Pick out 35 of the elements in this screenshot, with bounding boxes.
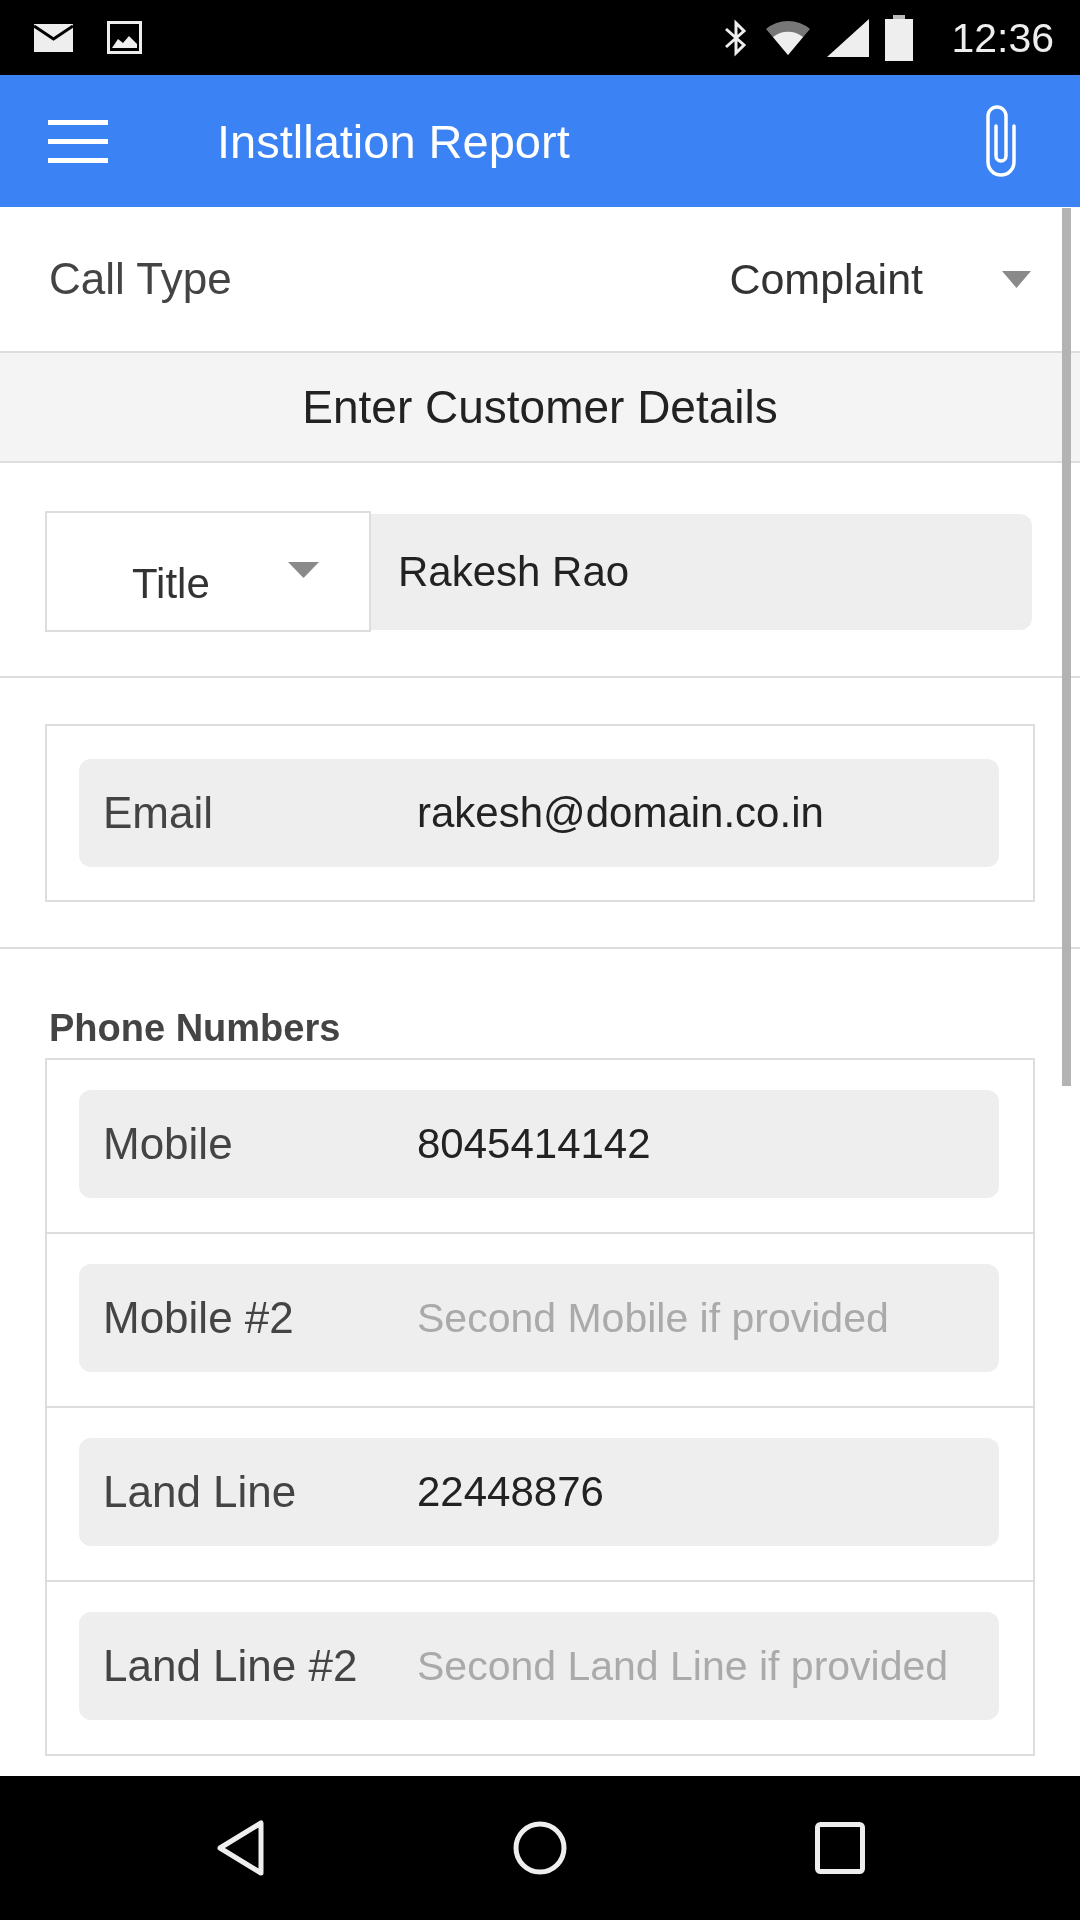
caret-icon (287, 561, 319, 578)
mail-icon (34, 23, 73, 52)
image-icon (107, 21, 142, 54)
call-type-dropdown[interactable]: Complaint (729, 254, 1031, 304)
recents-icon[interactable] (815, 1822, 865, 1874)
field-placeholder: Second Mobile if provided (417, 1294, 889, 1342)
field-label: Mobile #2 (103, 1293, 295, 1343)
field-placeholder: Second Land Line if provided (417, 1642, 949, 1690)
field-label: Land Line (103, 1467, 298, 1517)
call-type-label: Call Type (49, 254, 232, 304)
title-dropdown[interactable]: Title (45, 511, 371, 632)
name-field[interactable]: Rakesh Rao (371, 513, 1032, 630)
wifi-icon (765, 19, 812, 56)
input-field[interactable]: Email rakesh@domain.co.in (79, 759, 999, 867)
home-icon[interactable] (513, 1821, 567, 1875)
paperclip-icon[interactable] (984, 104, 1018, 178)
field-value: 22448876 (417, 1468, 604, 1516)
section-header: Enter Customer Details (0, 353, 1080, 463)
input-field[interactable]: Land Line 22448876 (79, 1438, 999, 1546)
field-value: 8045414142 (417, 1120, 651, 1168)
back-icon[interactable] (215, 1819, 265, 1877)
battery-icon (885, 14, 914, 61)
signal-icon (827, 18, 870, 57)
field-value: rakesh@domain.co.in (417, 789, 824, 837)
app-title: Instllation Report (217, 113, 570, 169)
caret-icon (1002, 270, 1031, 288)
input-field[interactable]: Mobile #2 Second Mobile if provided (79, 1264, 999, 1372)
status-time: 12:36 (951, 13, 1054, 62)
phone-numbers-heading: Phone Numbers (49, 1006, 342, 1050)
input-field[interactable]: Land Line #2 Second Land Line if provided (79, 1612, 999, 1720)
menu-icon[interactable] (48, 119, 108, 163)
field-label: Mobile (103, 1119, 234, 1169)
field-label: Email (103, 788, 215, 838)
field-label: Land Line #2 (103, 1641, 359, 1691)
input-field[interactable]: Mobile 8045414142 (79, 1090, 999, 1198)
